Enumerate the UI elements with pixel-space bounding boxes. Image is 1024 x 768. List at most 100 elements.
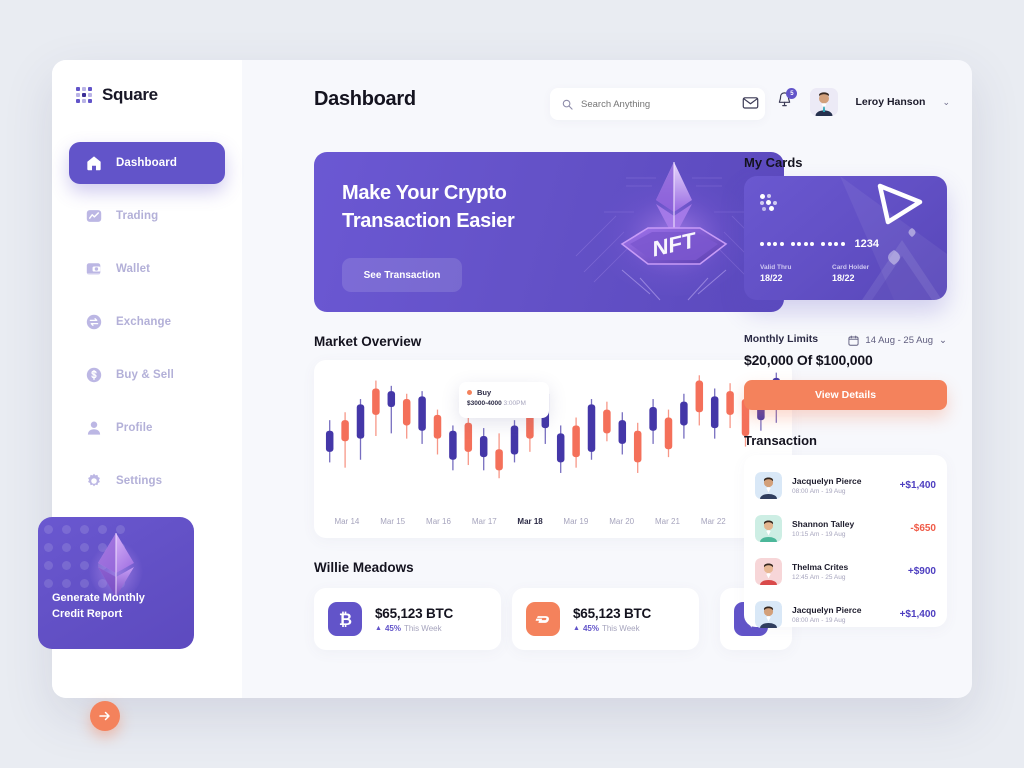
sidebar-item-label: Dashboard [116, 157, 177, 169]
x-tick-label: Mar 14 [334, 517, 360, 526]
card-valid-thru-label: Valid Thru [760, 264, 792, 271]
x-tick-label: Mar 17 [471, 517, 497, 526]
transaction-name: Thelma Crites [792, 561, 849, 572]
x-tick-label: Mar 22 [700, 517, 726, 526]
sidebar-item-buy-sell[interactable]: Buy & Sell [69, 354, 225, 396]
transaction-amount: +$900 [907, 566, 936, 577]
card-number: 1234 [760, 238, 879, 250]
svg-text:₿: ₿ [338, 611, 351, 629]
trend-up-icon: ▲ [573, 624, 580, 632]
dollar-circle-icon [85, 366, 103, 384]
sidebar-item-label: Profile [116, 422, 153, 434]
gear-icon [85, 472, 103, 490]
card-holder-value: 18/22 [832, 273, 855, 283]
card-mask-group-3 [821, 242, 845, 246]
monthly-limits-label: Monthly Limits [744, 333, 819, 345]
coin-info: $65,123 BTC ▲ 45% This Week [375, 606, 453, 633]
transaction-amount: +$1,400 [899, 609, 936, 620]
tooltip-time: 3:00PM [503, 400, 526, 407]
card-last4: 1234 [854, 238, 879, 250]
sidebar-nav: Dashboard Trading Wallet Exchange Buy & Sell… [52, 142, 242, 513]
sidebar-item-label: Exchange [116, 316, 172, 328]
my-cards-title: My Cards [744, 155, 803, 170]
sidebar-item-label: Settings [116, 475, 163, 487]
transaction-time: 10:15 Am - 19 Aug [792, 531, 846, 539]
sidebar-item-settings[interactable]: Settings [69, 460, 225, 502]
transaction-title: Transaction [744, 433, 817, 448]
transaction-name: Jacquelyn Pierce [792, 475, 862, 486]
x-tick-label: Mar 18 [517, 517, 543, 526]
coin-change: ▲ 45% This Week [375, 624, 453, 633]
promo-card-generate-report[interactable]: Generate Monthly Credit Report [38, 517, 194, 649]
hero-title-line2: Transaction Easier [342, 210, 515, 233]
promo-arrow-button[interactable] [90, 701, 120, 731]
tooltip-tail [496, 417, 508, 426]
search-icon [562, 99, 573, 110]
chart-tooltip: Buy $3000-4000 3:00PM [459, 382, 549, 418]
dashboard-app: Square Dashboard Trading Wallet Exchange Buy… [38, 60, 972, 731]
coin-period: This Week [601, 623, 640, 633]
sidebar-item-trading[interactable]: Trading [69, 195, 225, 237]
coin-percent: 45% [384, 623, 401, 633]
square-grid-logo-icon [76, 86, 93, 104]
transaction-time: 12:45 Am - 25 Aug [792, 574, 846, 582]
card-mask-group-1 [760, 242, 784, 246]
transaction-row[interactable]: Shannon Talley 10:15 Am - 19 Aug -$650 [755, 509, 936, 548]
sidebar: Square Dashboard Trading Wallet Exchange Buy… [38, 60, 242, 731]
sidebar-item-wallet[interactable]: Wallet [69, 248, 225, 290]
x-tick-label: Mar 19 [563, 517, 589, 526]
card-holder-label: Card Holder [832, 264, 870, 271]
transaction-row[interactable]: Thelma Crites 12:45 Am - 25 Aug +$900 [755, 552, 936, 591]
transaction-name: Jacquelyn Pierce [792, 604, 862, 615]
sidebar-item-dashboard[interactable]: Dashboard [69, 142, 225, 184]
search-input[interactable] [581, 98, 741, 110]
arrow-right-icon [99, 711, 110, 721]
card-valid-thru-value: 18/22 [760, 273, 783, 283]
willie-meadows-title: Willie Meadows [314, 560, 414, 575]
transaction-info: Thelma Crites 12:45 Am - 25 Aug [792, 562, 898, 582]
sidebar-item-profile[interactable]: Profile [69, 407, 225, 449]
transaction-time: 08:00 Am - 19 Aug [792, 617, 846, 625]
transaction-row[interactable]: Jacquelyn Pierce 08:00 Am - 19 Aug +$1,4… [755, 466, 936, 505]
promo-text: Generate Monthly Credit Report [52, 591, 184, 623]
search-box[interactable] [550, 88, 765, 120]
coin-info: $65,123 BTC ▲ 45% This Week [573, 606, 651, 633]
hero-banner: NFT Make Your Crypto Transaction Easier … [314, 152, 784, 312]
x-tick-label: Mar 15 [380, 517, 406, 526]
home-icon [85, 154, 103, 172]
app-logo-text: Square [102, 85, 158, 104]
card-mask-group-2 [790, 242, 814, 246]
credit-card[interactable]: 1234 Valid Thru 18/22 Card Holder 18/22 [744, 176, 947, 300]
transaction-avatar [755, 515, 782, 542]
coin-card[interactable]: $65,123 BTC ▲ 45% This Week [512, 588, 699, 650]
sidebar-item-label: Trading [116, 210, 159, 222]
chart-trading-icon [85, 207, 103, 225]
market-overview-title: Market Overview [314, 334, 422, 349]
card-holder: Card Holder 18/22 [832, 264, 869, 283]
chart-x-axis: Mar 14 Mar 15 Mar 16 Mar 17 Mar 18 Mar 19 Mar … [324, 517, 782, 526]
transaction-info: Shannon Talley 10:15 Am - 19 Aug [792, 519, 900, 539]
x-tick-label: Mar 20 [609, 517, 635, 526]
transaction-row[interactable]: Jacquelyn Pierce 08:00 Am - 19 Aug +$1,4… [755, 595, 936, 634]
candlestick-chart [325, 372, 781, 479]
see-transaction-button[interactable]: See Transaction [342, 258, 462, 292]
right-panel: My Cards 1234 Valid Thru 18/22 Card Hold… [734, 60, 972, 698]
wallet-icon [85, 260, 103, 278]
x-tick-label: Mar 21 [655, 517, 680, 526]
coin-change: ▲ 45% This Week [573, 624, 651, 633]
sidebar-item-exchange[interactable]: Exchange [69, 301, 225, 343]
transaction-avatar [755, 601, 782, 628]
tooltip-price: $3000-4000 [467, 400, 502, 407]
coin-card[interactable]: ₿ $65,123 BTC ▲ 45% This Week [314, 588, 501, 650]
transaction-avatar [755, 472, 782, 499]
app-logo[interactable]: Square [76, 85, 158, 105]
trend-up-icon: ▲ [375, 624, 382, 632]
hero-title: Make Your Crypto Transaction Easier [342, 179, 515, 236]
coin-amount: $65,123 BTC [375, 605, 454, 621]
promo-line2: Credit Report [52, 608, 123, 621]
view-details-button[interactable]: View Details [744, 380, 947, 410]
transaction-info: Jacquelyn Pierce 08:00 Am - 19 Aug [792, 605, 890, 625]
transaction-list: Jacquelyn Pierce 08:00 Am - 19 Aug +$1,4… [744, 455, 947, 628]
transaction-avatar [755, 558, 782, 585]
transaction-amount: +$1,400 [899, 480, 936, 491]
